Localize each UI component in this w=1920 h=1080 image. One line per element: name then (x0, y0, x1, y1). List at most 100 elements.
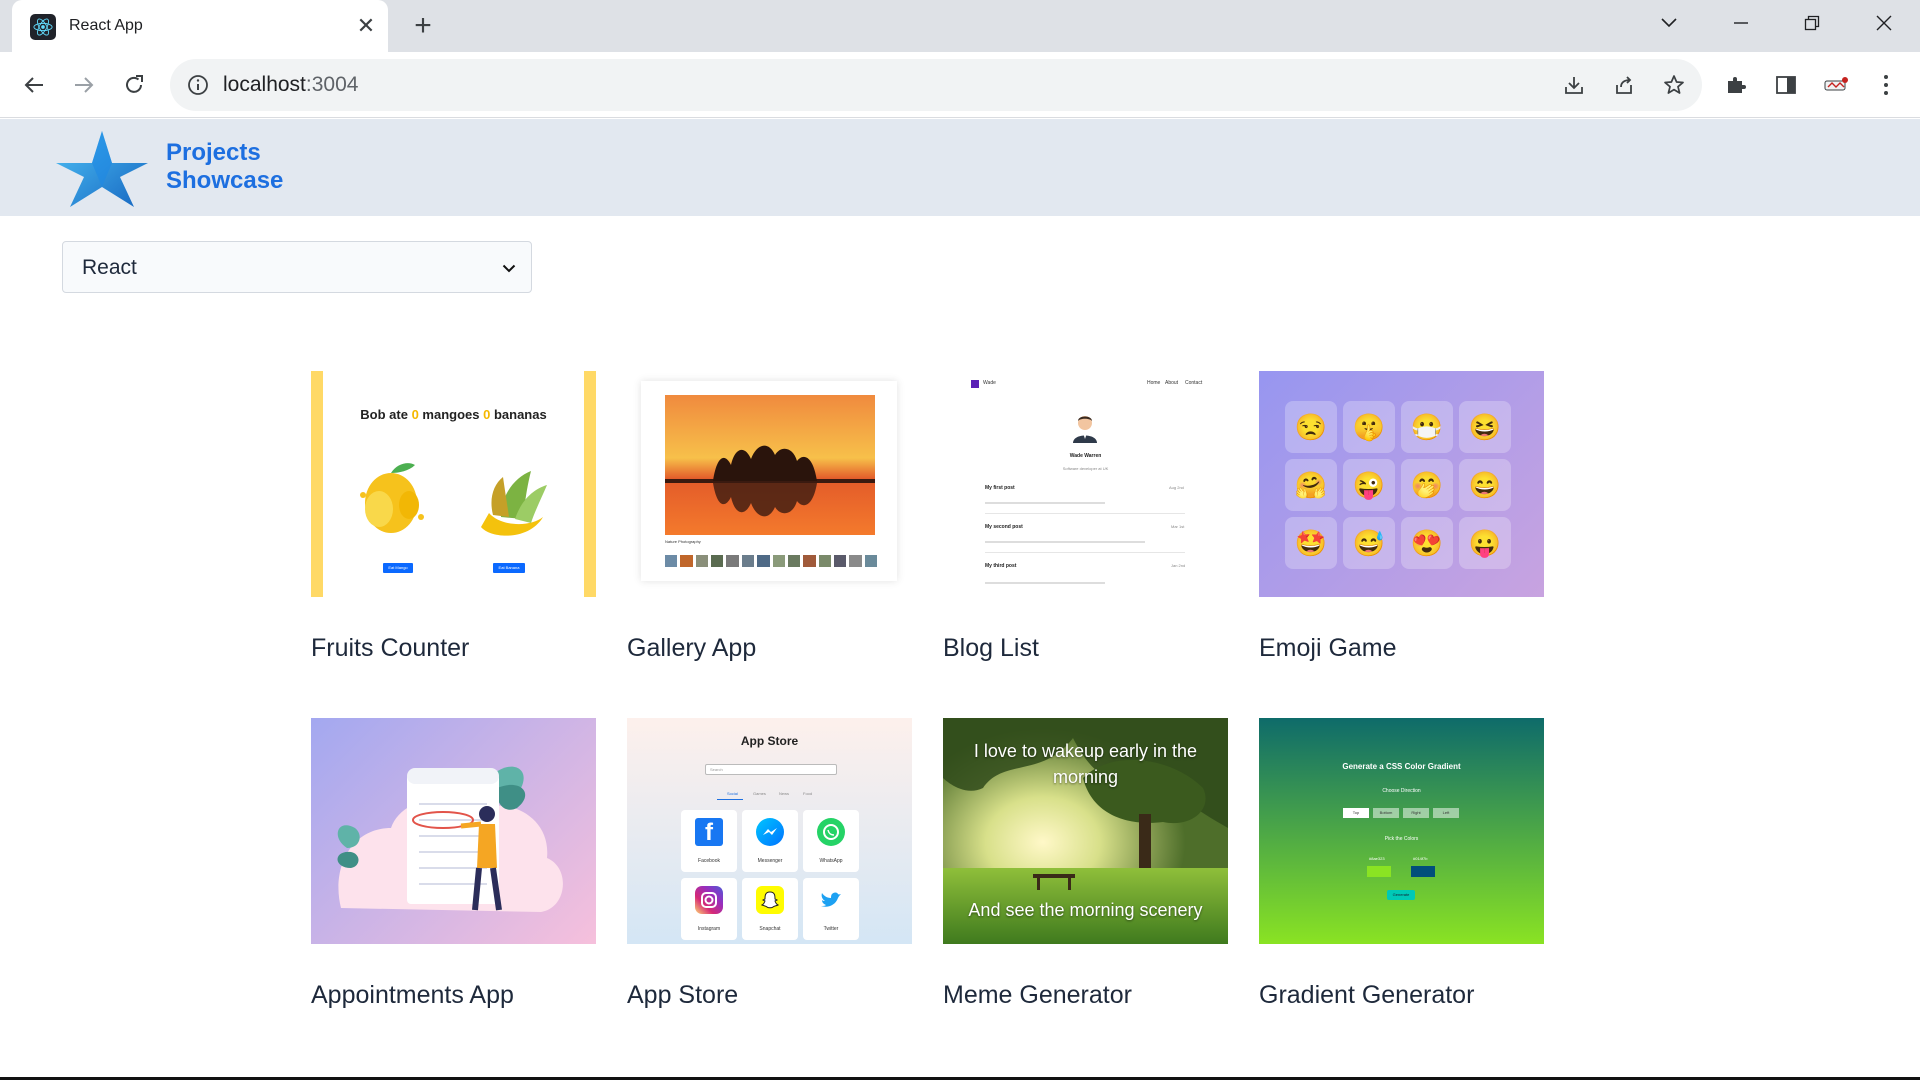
app-label: Snapchat (759, 926, 781, 932)
project-title[interactable]: Blog List (943, 634, 1039, 663)
address-bar[interactable]: localhost:3004 (170, 59, 1702, 111)
app-tile: Messenger (742, 810, 798, 872)
gradient-direction-label: Choose Direction (1382, 788, 1421, 794)
emoji-face-icon: 😜 (1343, 459, 1395, 511)
project-title[interactable]: Gradient Generator (1259, 981, 1474, 1010)
direction-button: Bottom (1373, 808, 1399, 818)
emoji-face-icon: 🤫 (1343, 401, 1395, 453)
color1-label: #8ae323 (1369, 856, 1385, 861)
emoji-face-icon: 🤩 (1285, 517, 1337, 569)
whatsapp-icon (817, 818, 845, 846)
browser-tab[interactable]: React App ✕ (12, 0, 388, 52)
url-host: localhost (223, 73, 306, 96)
bookmark-star-icon[interactable] (1656, 67, 1692, 103)
site-info-icon[interactable] (184, 71, 212, 99)
app-label: Facebook (698, 858, 720, 864)
app-tile: WhatsApp (803, 810, 859, 872)
appointments-illustration (337, 766, 563, 912)
project-title[interactable]: Meme Generator (943, 981, 1132, 1010)
project-thumbnail[interactable]: 😒 🤫 😷 😆 🤗 😜 🤭 😄 🤩 😅 😍 😛 (1259, 371, 1544, 597)
app-tile: f Facebook (681, 810, 737, 872)
emoji-grid: 😒 🤫 😷 😆 🤗 😜 🤭 😄 🤩 😅 😍 😛 (1285, 401, 1519, 579)
meme-top-text: I love to wakeup early in the morning (973, 741, 1198, 787)
blog-post-date: Mar 1st (1171, 524, 1185, 529)
blog-nav-contact: Contact (1185, 380, 1203, 386)
emoji-face-icon: 😷 (1401, 401, 1453, 453)
app-label: Twitter (823, 926, 839, 932)
messenger-icon (756, 818, 784, 846)
app-tile: Twitter (803, 878, 859, 940)
blog-nav-home: Home (1147, 380, 1161, 386)
project-thumbnail[interactable]: Nature Photography (627, 371, 912, 597)
color2-label: #014f7b (1413, 856, 1428, 861)
author-name: Wade Warren (1069, 453, 1102, 459)
eat-mango-button: Eat Mango (383, 563, 413, 573)
project-thumbnail[interactable]: Generate a CSS Color Gradient Choose Dir… (1259, 718, 1544, 944)
emoji-face-icon: 😄 (1459, 459, 1511, 511)
app-label: Messenger (757, 858, 783, 864)
restore-window-icon[interactable] (1787, 0, 1837, 46)
project-title[interactable]: Appointments App (311, 981, 514, 1010)
appstore-tab: Food (803, 791, 813, 796)
fruits-headline-c: bananas (490, 407, 547, 422)
project-title[interactable]: Fruits Counter (311, 634, 469, 663)
browser-toolbar: localhost:3004 (0, 52, 1920, 118)
extensions-puzzle-icon[interactable] (1716, 65, 1756, 105)
star-logo-icon (56, 131, 148, 207)
share-icon[interactable] (1606, 67, 1642, 103)
minimize-window-icon[interactable] (1716, 0, 1766, 46)
project-thumbnail[interactable]: Bob ate 0 mangoes 0 bananas Eat Mango Ea… (311, 371, 596, 597)
category-select[interactable]: React (62, 241, 532, 293)
fruits-headline: Bob ate 0 mangoes 0 bananas (311, 407, 596, 422)
project-thumbnail[interactable]: App Store Search Social Games News Food … (627, 718, 912, 944)
project-title[interactable]: App Store (627, 981, 738, 1010)
blog-brand: Wade (983, 380, 996, 386)
brand-line-2: Showcase (166, 167, 284, 194)
reload-icon[interactable] (114, 65, 154, 105)
appstore-heading: App Store (740, 734, 799, 748)
install-app-icon[interactable] (1556, 67, 1592, 103)
app-tile: Snapchat (742, 878, 798, 940)
eat-banana-button: Eat Banana (493, 563, 525, 573)
profile-extension-icon[interactable] (1816, 65, 1856, 105)
generate-button: Generate (1387, 890, 1415, 900)
emoji-face-icon: 😍 (1401, 517, 1453, 569)
appstore-tab: News (779, 791, 790, 796)
sunset-photo (665, 395, 875, 535)
project-thumbnail[interactable]: I love to wakeup early in the morning An… (943, 718, 1228, 944)
close-window-icon[interactable] (1859, 0, 1909, 46)
emoji-face-icon: 😒 (1285, 401, 1337, 453)
browser-menu-icon[interactable] (1866, 65, 1906, 105)
snapchat-icon (756, 886, 784, 914)
direction-button: Left (1433, 808, 1459, 818)
new-tab-button[interactable]: + (406, 9, 440, 43)
color1-swatch (1367, 866, 1391, 877)
mango-icon (360, 463, 424, 533)
side-panel-icon[interactable] (1766, 65, 1806, 105)
chevron-down-icon (497, 256, 521, 280)
emoji-face-icon: 😆 (1459, 401, 1511, 453)
gradient-heading: Generate a CSS Color Gradient (1342, 762, 1461, 771)
tab-search-icon[interactable] (1644, 0, 1694, 46)
direction-button: Top (1343, 808, 1369, 818)
project-thumbnail[interactable] (311, 718, 596, 944)
close-tab-icon[interactable]: ✕ (352, 12, 380, 40)
fruits-headline-b: mangoes (418, 407, 484, 422)
appstore-tab: Games (753, 791, 766, 796)
brand-line-1: Projects (166, 139, 261, 166)
project-thumbnail[interactable]: Wade Home About Contact Wade Warren Soft… (943, 371, 1228, 597)
twitter-icon (817, 886, 845, 914)
forward-arrow-icon[interactable] (64, 65, 104, 105)
brand-name[interactable]: Projects Showcase (166, 139, 283, 195)
emoji-face-icon: 😛 (1459, 517, 1511, 569)
app-label: WhatsApp (819, 858, 843, 864)
mango-count: 0 (411, 407, 419, 422)
browser-tabstrip: React App ✕ + (0, 0, 1920, 52)
appstore-tab: Social (727, 791, 738, 796)
project-title[interactable]: Emoji Game (1259, 634, 1397, 663)
react-favicon-icon (30, 14, 56, 40)
blog-post-title: My second post (985, 524, 1023, 530)
project-title[interactable]: Gallery App (627, 634, 756, 663)
back-arrow-icon[interactable] (14, 65, 54, 105)
url-port: :3004 (305, 73, 359, 96)
